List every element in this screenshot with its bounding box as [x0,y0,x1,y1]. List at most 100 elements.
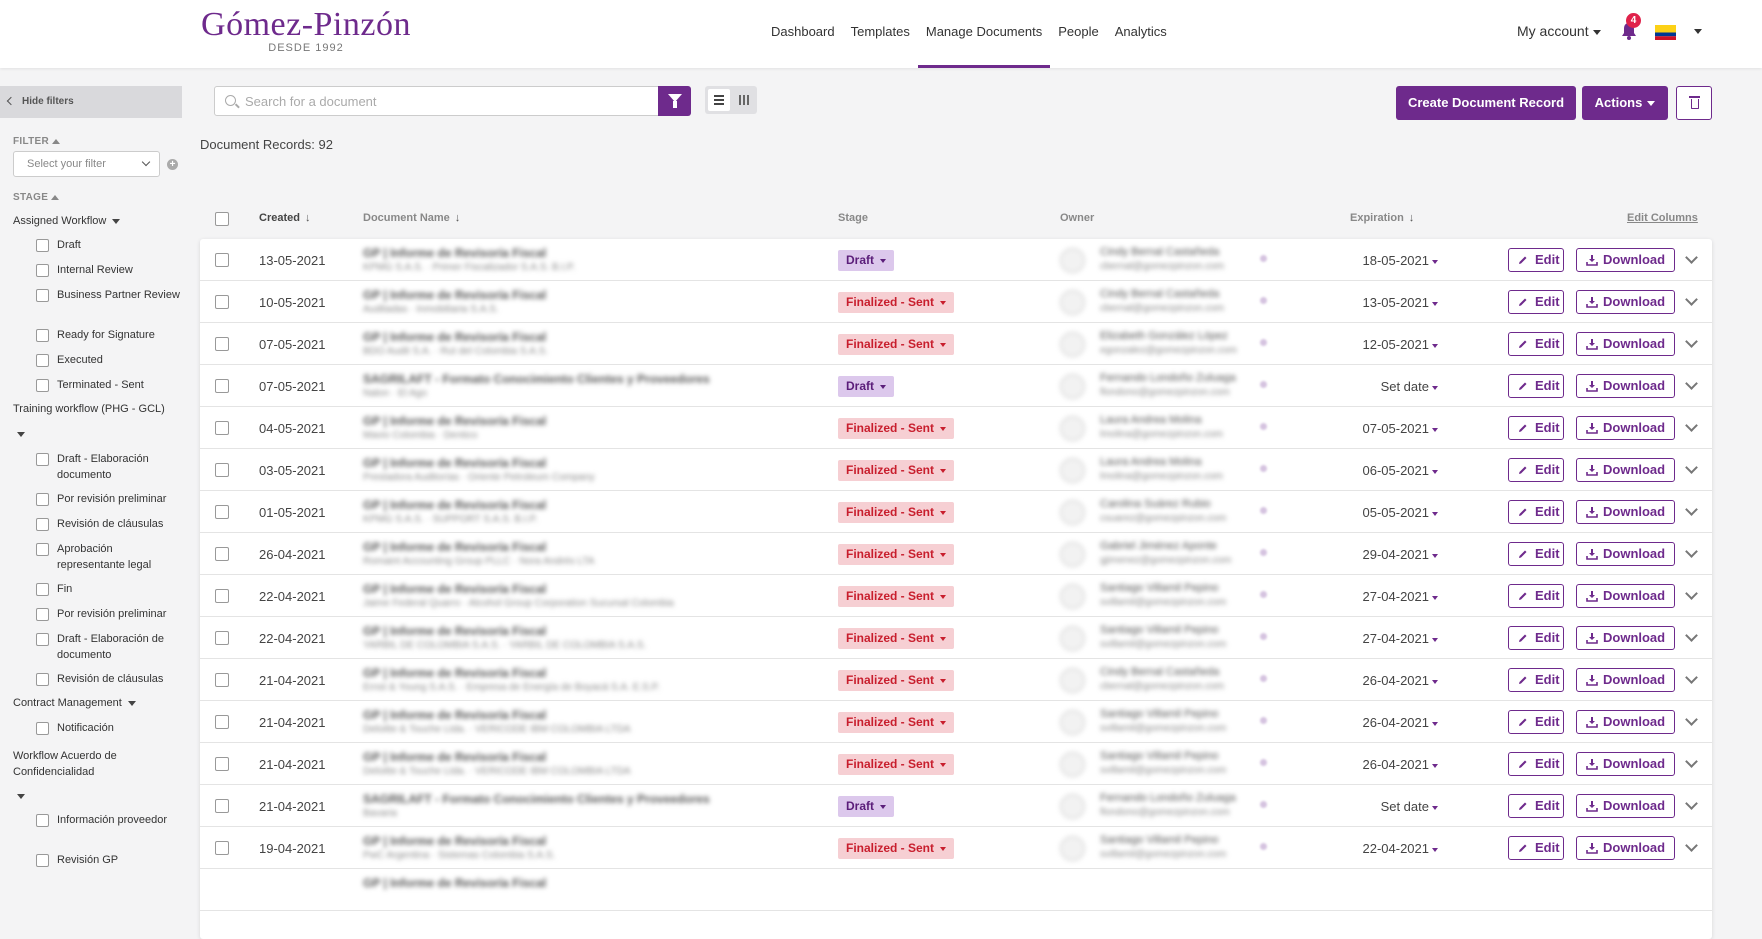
checkbox[interactable] [36,583,49,596]
table-row[interactable]: 22-04-2021 GP | Informe de Revisoría Fisc… [200,575,1712,617]
group-training-workflow[interactable]: Training workflow (PHG - GCL) [13,401,178,417]
expiration-date[interactable]: 13-05-2021 [1363,295,1438,310]
stage-badge[interactable]: Finalized - Sent [838,544,955,565]
download-button[interactable]: Download [1576,458,1675,482]
edit-button[interactable]: Edit [1508,626,1564,650]
nav-dashboard[interactable]: Dashboard [763,0,843,68]
table-row[interactable]: 04-05-2021 GP | Informe de Revisoría Fisc… [200,407,1712,449]
expiration-date[interactable]: 18-05-2021 [1363,253,1438,268]
checkbox[interactable] [36,608,49,621]
select-all-checkbox[interactable] [215,212,229,226]
row-checkbox[interactable] [215,547,229,561]
table-row[interactable]: 21-04-2021 GP | Informe de Revisoría Fisc… [200,701,1712,743]
stage-option[interactable]: Aprobación representante legal [36,541,181,573]
expiration-date[interactable]: 26-04-2021 [1363,715,1438,730]
chevron-down-icon[interactable] [1685,713,1698,726]
list-view-icon[interactable] [708,89,730,111]
chevron-down-icon[interactable] [17,432,25,437]
column-header-expiration[interactable]: Expiration ↓ [1350,212,1414,224]
document-name-link[interactable]: GP | Informe de Revisoría Fiscal Deloitte… [363,708,763,738]
stage-option[interactable]: Terminated - Sent [36,377,181,393]
chevron-down-icon[interactable] [1685,419,1698,432]
nav-analytics[interactable]: Analytics [1107,0,1175,68]
chevron-down-icon[interactable] [1685,251,1698,264]
owner-menu-icon[interactable] [1260,255,1267,262]
edit-button[interactable]: Edit [1508,668,1564,692]
filter-heading[interactable]: FILTER [13,136,61,147]
stage-option[interactable]: Internal Review [36,262,181,278]
nav-people[interactable]: People [1050,0,1106,68]
edit-button[interactable]: Edit [1508,332,1564,356]
expiration-date[interactable]: 07-05-2021 [1363,421,1438,436]
stage-option[interactable]: Draft - Elaboración documento [36,451,181,483]
filter-button[interactable] [658,86,691,116]
checkbox[interactable] [36,264,49,277]
chevron-down-icon[interactable] [1685,587,1698,600]
checkbox[interactable] [36,493,49,506]
nav-manage-documents[interactable]: Manage Documents [917,0,1051,68]
owner-menu-icon[interactable] [1260,423,1267,430]
checkbox[interactable] [36,239,49,252]
edit-button[interactable]: Edit [1508,542,1564,566]
stage-option[interactable]: Por revisión preliminar [36,491,181,507]
stage-option[interactable]: Draft [36,237,181,253]
hide-filters-button[interactable]: Hide filters [0,86,182,118]
owner-menu-icon[interactable] [1260,591,1267,598]
download-button[interactable]: Download [1576,752,1675,776]
download-button[interactable]: Download [1576,794,1675,818]
owner-menu-icon[interactable] [1260,759,1267,766]
row-checkbox[interactable] [215,379,229,393]
expiration-date[interactable]: 22-04-2021 [1363,841,1438,856]
search-input[interactable] [245,87,650,115]
row-checkbox[interactable] [215,841,229,855]
download-button[interactable]: Download [1576,584,1675,608]
table-row[interactable]: 26-04-2021 GP | Informe de Revisoría Fisc… [200,533,1712,575]
download-button[interactable]: Download [1576,626,1675,650]
table-row[interactable]: 19-04-2021 GP | Informe de Revisoría Fisc… [200,827,1712,869]
table-row[interactable]: 13-05-2021 GP | Informe de Revisoría Fisc… [200,239,1712,281]
document-name-link[interactable]: GP | Informe de Revisoría Fiscal Prestado… [363,456,763,486]
table-row[interactable]: GP | Informe de Revisoría Fiscal [200,869,1712,911]
download-button[interactable]: Download [1576,836,1675,860]
download-button[interactable]: Download [1576,542,1675,566]
row-checkbox[interactable] [215,463,229,477]
add-filter-icon[interactable]: + [167,159,178,170]
table-row[interactable]: 03-05-2021 GP | Informe de Revisoría Fisc… [200,449,1712,491]
checkbox[interactable] [36,354,49,367]
edit-button[interactable]: Edit [1508,248,1564,272]
stage-badge[interactable]: Draft [838,796,895,817]
expiration-date[interactable]: 27-04-2021 [1363,589,1438,604]
chevron-down-icon[interactable] [1685,797,1698,810]
expiration-date[interactable]: 26-04-2021 [1363,757,1438,772]
owner-menu-icon[interactable] [1260,717,1267,724]
edit-button[interactable]: Edit [1508,374,1564,398]
checkbox[interactable] [36,453,49,466]
document-name-link[interactable]: GP | Informe de Revisoría Fiscal [363,876,763,906]
chevron-down-icon[interactable] [1685,377,1698,390]
document-name-link[interactable]: GP | Informe de Revisoría Fiscal KPMG S.A… [363,498,763,528]
checkbox[interactable] [36,329,49,342]
chevron-down-icon[interactable] [1685,335,1698,348]
edit-button[interactable]: Edit [1508,710,1564,734]
document-name-link[interactable]: GP | Informe de Revisoría Fiscal Jaime Fe… [363,582,763,612]
stage-option[interactable]: Draft - Elaboración de documento [36,631,181,663]
download-button[interactable]: Download [1576,374,1675,398]
stage-badge[interactable]: Finalized - Sent [838,754,955,775]
checkbox[interactable] [36,633,49,646]
expiration-date[interactable]: 27-04-2021 [1363,631,1438,646]
column-header-stage[interactable]: Stage [838,212,868,224]
document-name-link[interactable]: GP | Informe de Revisoría Fiscal BDO Audi… [363,330,763,360]
chevron-down-icon[interactable] [17,794,25,799]
column-header-created[interactable]: Created ↓ [259,212,310,224]
stage-badge[interactable]: Finalized - Sent [838,712,955,733]
checkbox[interactable] [36,814,49,827]
stage-option[interactable]: Business Partner Review [36,287,181,303]
expiration-date[interactable]: 06-05-2021 [1363,463,1438,478]
checkbox[interactable] [36,854,49,867]
document-name-link[interactable]: SAGRILAFT - Formato Conocimiento Cliente… [363,372,763,402]
expiration-date[interactable]: Set date [1381,799,1438,814]
stage-badge[interactable]: Finalized - Sent [838,334,955,355]
row-checkbox[interactable] [215,757,229,771]
column-view-icon[interactable] [733,89,755,111]
document-name-link[interactable]: GP | Informe de Revisoría Fiscal Ernst & … [363,666,763,696]
